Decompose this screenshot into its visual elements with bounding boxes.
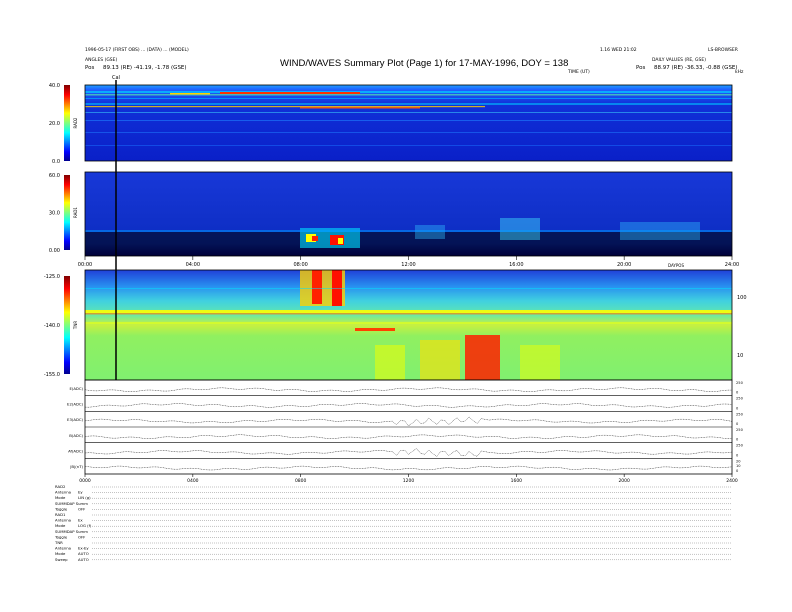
- x-tick-label: 2000: [618, 478, 630, 484]
- x-tick-label: 16:00: [509, 262, 523, 268]
- status-row-value: Ex: [78, 518, 83, 523]
- top-axis-title: TIME (UT): [567, 69, 590, 75]
- param-right-tick-label: 250: [736, 428, 744, 432]
- status-row-label: Antenna: [55, 490, 71, 495]
- param-trace: [84, 465, 733, 471]
- panel-ylabel: TNR: [73, 321, 78, 330]
- x-tick-label: 08:00: [293, 262, 307, 268]
- param-right-tick-label: 0: [736, 469, 739, 473]
- x-tick-label: 1600: [511, 478, 523, 484]
- param-panel-label: E2(ADC): [67, 402, 83, 407]
- status-row-value: LIN (g): [78, 495, 91, 500]
- x-axis-title: DAYPOS: [668, 263, 684, 268]
- colorbar-tick-label: 40.0: [49, 83, 60, 89]
- status-row-label: Sweep: [55, 557, 68, 562]
- status-row-value: Ex-Ey: [78, 546, 89, 551]
- status-row-label: Antenna: [55, 546, 71, 551]
- param-trace: [84, 416, 733, 427]
- x-tick-label: 20:00: [617, 262, 631, 268]
- x-tick-label: 0400: [187, 478, 199, 484]
- panel-ylabel: RAD2: [73, 117, 78, 128]
- param-trace: [84, 434, 732, 439]
- param-panel-label: E(ADC): [69, 386, 83, 391]
- param-right-tick-label: 0: [736, 406, 739, 410]
- colorbar-tick-label: 0.00: [49, 248, 60, 254]
- status-row-value: Ey: [78, 490, 83, 495]
- x-tick-label: 24:00: [725, 262, 739, 268]
- status-row-value: OFF: [78, 506, 85, 511]
- x-tick-label: 0000: [79, 478, 91, 484]
- tnr-right-tick-label: 100: [737, 295, 747, 301]
- x-tick-label: 04:00: [186, 262, 200, 268]
- x-tick-label: 0800: [295, 478, 307, 484]
- cal-marker-label: Cal: [112, 75, 120, 81]
- param-right-tick-label: 0: [736, 453, 739, 457]
- param-panel-label: B(ADC): [69, 433, 83, 438]
- status-row-value: AUTO: [78, 557, 89, 562]
- colorbar-tick-label: -140.0: [44, 323, 60, 329]
- status-row-label: Mode: [55, 523, 66, 528]
- param-panel-label: E3(ADC): [67, 417, 83, 422]
- tnr-spectrogram: [85, 270, 732, 380]
- status-row-label: SUMMDAP Summ: [55, 501, 88, 506]
- colorbar-tick-label: 20.0: [49, 121, 60, 127]
- param-panel-label: |B|(nT): [70, 464, 83, 469]
- panel-ylabel: RAD1: [73, 207, 78, 218]
- status-row-label: TNR: [54, 540, 63, 545]
- top-axis-unit: kHz: [735, 69, 744, 75]
- x-tick-label: 00:00: [78, 262, 92, 268]
- summary-plot: Cal TIME (UT) kHz 40.0 20.0 0.0 RAD2 60.0 30.…: [44, 69, 747, 562]
- param-right-tick-label: 0: [736, 391, 739, 395]
- param-right-tick-label: 0: [736, 438, 739, 442]
- param-right-tick-label: 250: [736, 444, 744, 448]
- param-right-tick-label: 250: [736, 381, 744, 385]
- param-trace: [84, 387, 732, 392]
- status-row-value: OFF: [78, 534, 85, 539]
- x-tick-label: 12:00: [401, 262, 415, 268]
- param-right-tick-label: 20: [736, 459, 741, 463]
- status-row-value: LOG (f): [78, 523, 92, 528]
- status-row-label: RAD1: [55, 512, 66, 517]
- status-row-label: RAD2: [55, 484, 66, 489]
- x-tick-label: 2400: [726, 478, 738, 484]
- param-trace: [84, 448, 733, 457]
- rad2-spectrogram: [85, 85, 732, 161]
- tnr-colorbar: [64, 276, 70, 374]
- tnr-right-tick-label: 10: [737, 353, 743, 359]
- colorbar-tick-label: -155.0: [44, 372, 60, 378]
- status-row-label: Toggle: [54, 506, 68, 511]
- x-tick-label: 1200: [403, 478, 415, 484]
- status-row-label: Mode: [55, 495, 66, 500]
- param-trace: [84, 403, 733, 408]
- colorbar-tick-label: 60.0: [49, 173, 60, 179]
- rad2-colorbar: [64, 85, 70, 161]
- colorbar-tick-label: 0.0: [52, 159, 60, 165]
- param-panel-label: Af(ADC): [68, 449, 83, 454]
- param-right-tick-label: 0: [736, 422, 739, 426]
- status-row-label: SUMMDAP Summ: [55, 529, 88, 534]
- rad1-colorbar: [64, 175, 70, 250]
- status-row-value: AUTO: [78, 551, 89, 556]
- param-right-tick-label: 10: [736, 464, 741, 468]
- colorbar-tick-label: 30.0: [49, 211, 60, 217]
- param-right-tick-label: 250: [736, 397, 744, 401]
- status-row-label: Mode: [55, 551, 66, 556]
- status-row-label: Toggle: [54, 534, 68, 539]
- param-right-tick-label: 250: [736, 412, 744, 416]
- status-row-label: Antenna: [55, 518, 71, 523]
- colorbar-tick-label: -125.0: [44, 274, 60, 280]
